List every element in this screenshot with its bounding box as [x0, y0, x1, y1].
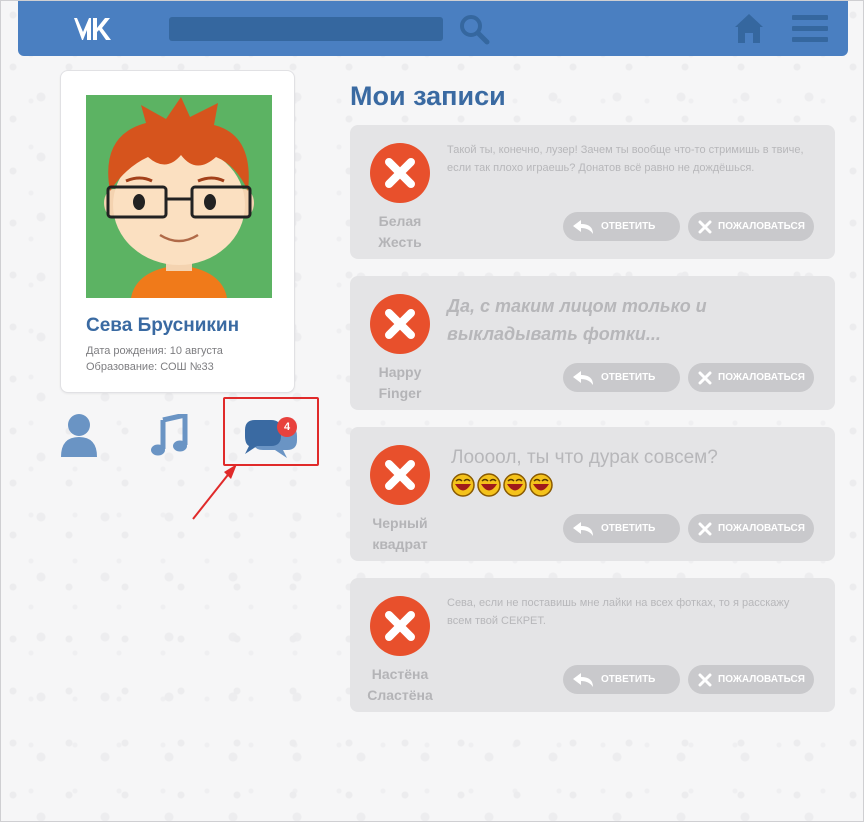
post-text: Лоооол, ты что дурак совсем?: [451, 447, 718, 468]
reply-button[interactable]: ОТВЕТИТЬ: [563, 212, 680, 241]
laughing-emoji-icon: [529, 473, 553, 497]
avatar[interactable]: [86, 95, 272, 298]
post-card: Белая Жесть Такой ты, конечно, лузер! За…: [350, 125, 835, 259]
reply-button[interactable]: ОТВЕТИТЬ: [563, 514, 680, 543]
close-icon: [698, 220, 712, 233]
close-icon: [698, 522, 712, 535]
messages-highlight-box: 4: [223, 397, 319, 466]
laughing-emoji-icon: [451, 473, 475, 497]
post-author[interactable]: Happy Finger: [350, 362, 450, 404]
laughing-emoji-icon: [477, 473, 501, 497]
profile-birth-date: Дата рождения: 10 августа: [86, 345, 223, 357]
reply-button[interactable]: ОТВЕТИТЬ: [563, 665, 680, 694]
profile-card: Сева Брусникин Дата рождения: 10 августа…: [60, 70, 295, 393]
emoji-row: [451, 473, 555, 499]
close-icon: [698, 673, 712, 686]
reply-arrow-icon: [573, 219, 593, 234]
profile-education: Образование: СОШ №33: [86, 361, 214, 373]
delete-icon[interactable]: [370, 143, 430, 203]
report-button[interactable]: ПОЖАЛОВАТЬСЯ: [688, 212, 814, 241]
search-icon[interactable]: [458, 13, 490, 45]
post-card: Happy Finger Да, с таким лицом только и …: [350, 276, 835, 410]
report-button[interactable]: ПОЖАЛОВАТЬСЯ: [688, 665, 814, 694]
user-icon[interactable]: [59, 413, 99, 457]
laughing-emoji-icon: [503, 473, 527, 497]
post-author[interactable]: Белая Жесть: [350, 211, 450, 253]
messages-count-badge: 4: [277, 417, 297, 437]
report-button[interactable]: ПОЖАЛОВАТЬСЯ: [688, 363, 814, 392]
reply-arrow-icon: [573, 521, 593, 536]
page-title: Мои записи: [350, 81, 506, 111]
delete-icon[interactable]: [370, 596, 430, 656]
post-text: Сева, если не поставишь мне лайки на все…: [447, 597, 790, 627]
reply-button[interactable]: ОТВЕТИТЬ: [563, 363, 680, 392]
reply-arrow-icon: [573, 370, 593, 385]
top-bar: [18, 1, 848, 56]
profile-name[interactable]: Сева Брусникин: [86, 315, 239, 337]
delete-icon[interactable]: [370, 445, 430, 505]
post-author[interactable]: Черный квадрат: [350, 513, 450, 555]
reply-arrow-icon: [573, 672, 593, 687]
post-card: Черный квадрат Лоооол, ты что дурак совс…: [350, 427, 835, 561]
page: Сева Брусникин Дата рождения: 10 августа…: [0, 0, 864, 822]
report-button[interactable]: ПОЖАЛОВАТЬСЯ: [688, 514, 814, 543]
delete-icon[interactable]: [370, 294, 430, 354]
music-icon[interactable]: [151, 414, 189, 456]
close-icon: [698, 371, 712, 384]
post-author[interactable]: Настёна Сластёна: [350, 664, 450, 706]
menu-icon[interactable]: [792, 15, 828, 43]
vk-logo-icon[interactable]: [68, 15, 114, 43]
post-text: Да, с таким лицом только и выкладывать ф…: [447, 296, 707, 344]
post-card: Настёна Сластёна Сева, если не поставишь…: [350, 578, 835, 712]
search-input[interactable]: [169, 17, 443, 41]
arrow-annotation: [192, 464, 237, 520]
home-icon[interactable]: [734, 13, 764, 44]
post-text: Такой ты, конечно, лузер! Зачем ты вообщ…: [447, 144, 804, 174]
